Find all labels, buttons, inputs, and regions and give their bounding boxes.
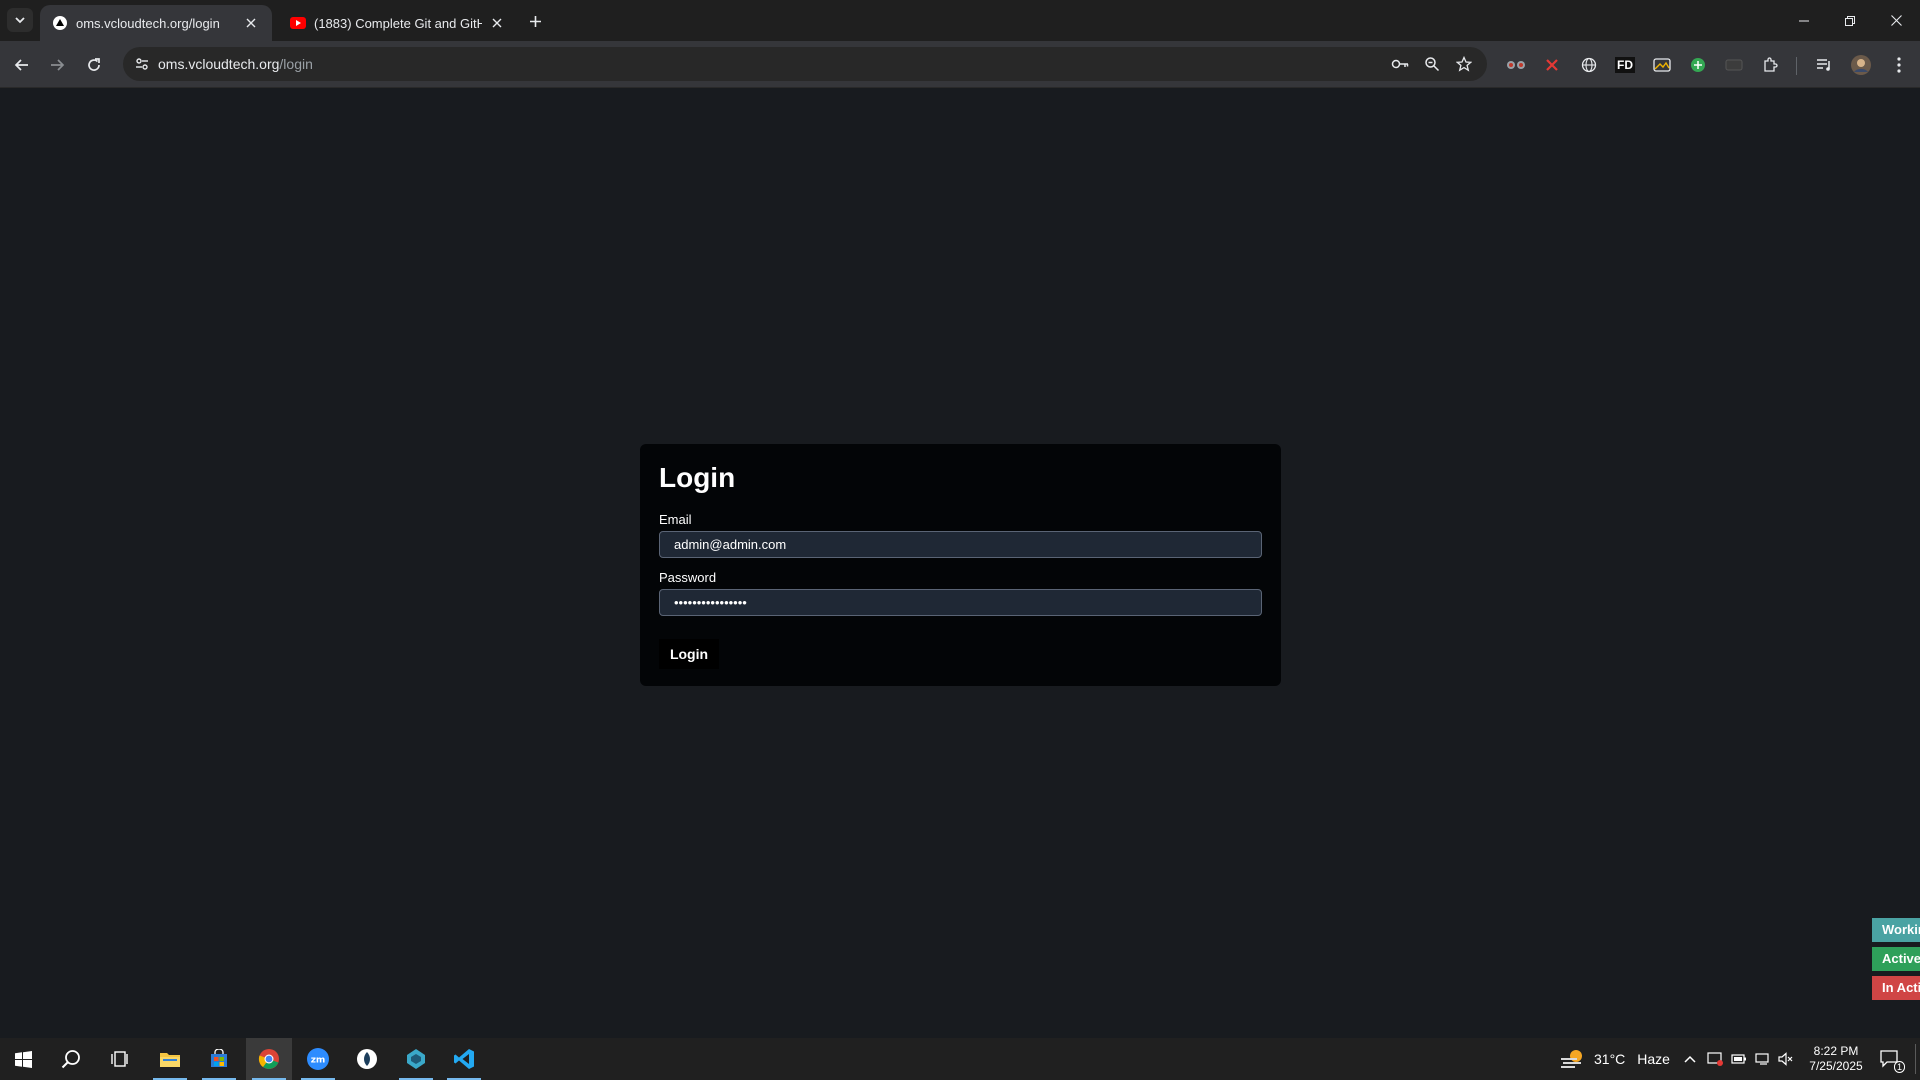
red-x-extension-icon[interactable] xyxy=(1539,52,1565,78)
zoom-app-button[interactable]: zm xyxy=(295,1038,341,1080)
tab-title: oms.vcloudtech.org/login xyxy=(76,15,220,31)
reload-icon xyxy=(88,58,100,71)
address-bar[interactable]: oms.vcloudtech.org/login xyxy=(123,47,1487,81)
password-label: Password xyxy=(659,570,717,585)
vscode-button[interactable] xyxy=(441,1038,487,1080)
tab-oms-login[interactable]: oms.vcloudtech.org/login xyxy=(40,5,272,41)
chevron-up-icon xyxy=(1684,1055,1696,1063)
arrow-right-icon xyxy=(51,59,65,71)
tab-youtube-git[interactable]: (1883) Complete Git and GitHub xyxy=(278,5,518,41)
microsoft-store-button[interactable] xyxy=(196,1038,242,1080)
file-explorer-icon xyxy=(160,1053,180,1067)
restore-icon xyxy=(1845,15,1855,26)
login-title: Login xyxy=(659,462,736,493)
new-tab-button[interactable] xyxy=(524,10,546,32)
browser-toolbar: oms.vcloudtech.org/login FD xyxy=(0,41,1920,88)
chrome-button[interactable] xyxy=(246,1038,292,1080)
fd-label: FD xyxy=(1615,57,1635,73)
weather-temp: 31°C xyxy=(1594,1051,1626,1067)
site-info-icon[interactable] xyxy=(131,53,153,75)
notification-center-button[interactable]: 1 xyxy=(1880,1038,1906,1080)
image-extension-icon[interactable] xyxy=(1649,52,1675,78)
minimize-icon xyxy=(1799,20,1809,21)
tab-title: (1883) Complete Git and GitHub xyxy=(314,15,482,31)
plus-icon xyxy=(529,15,541,27)
forward-button[interactable] xyxy=(43,51,71,79)
profile-avatar[interactable] xyxy=(1848,52,1874,78)
sourcetree-button[interactable] xyxy=(344,1038,390,1080)
taskbar-search-button[interactable] xyxy=(48,1038,94,1080)
restore-button[interactable] xyxy=(1827,0,1873,41)
close-tab-icon[interactable] xyxy=(488,14,506,32)
windows-start-icon xyxy=(14,1050,32,1068)
clock-date: 7/25/2025 xyxy=(1809,1059,1863,1073)
task-view-icon xyxy=(111,1051,128,1067)
windows-taskbar: zm 31°C Haze 8:22 PM 7/25/2025 1 xyxy=(0,1038,1920,1080)
status-tag-active[interactable]: Active xyxy=(1872,947,1920,971)
globe-extension-icon[interactable] xyxy=(1576,52,1602,78)
svg-text:zm: zm xyxy=(311,1056,326,1066)
glasses-extension-icon[interactable] xyxy=(1503,52,1529,78)
volume-muted-icon[interactable] xyxy=(1778,1038,1794,1080)
tray-overflow-button[interactable] xyxy=(1684,1038,1696,1080)
email-field[interactable] xyxy=(659,531,1262,558)
password-field[interactable] xyxy=(659,589,1262,616)
login-card: Login Email Password Login xyxy=(640,444,1281,686)
tab-search-button[interactable] xyxy=(7,8,33,32)
app-icon xyxy=(407,1049,425,1069)
microsoft-store-icon xyxy=(211,1049,227,1067)
status-tag-inactive[interactable]: In Active xyxy=(1872,976,1920,1000)
page-viewport: Login Email Password Login Working Activ… xyxy=(0,88,1920,1038)
email-label: Email xyxy=(659,512,692,527)
chevron-down-icon xyxy=(15,17,25,24)
weather-desc: Haze xyxy=(1637,1051,1670,1067)
login-button[interactable]: Login xyxy=(659,639,719,669)
vscode-icon xyxy=(454,1049,474,1069)
bookmark-star-icon[interactable] xyxy=(1453,53,1475,75)
password-key-icon[interactable] xyxy=(1389,53,1411,75)
task-view-button[interactable] xyxy=(96,1038,142,1080)
close-tab-icon[interactable] xyxy=(242,14,260,32)
notification-count: 1 xyxy=(1894,1061,1906,1073)
kebab-menu-icon xyxy=(1897,57,1901,73)
network-icon[interactable] xyxy=(1755,1038,1771,1080)
green-dot-extension-icon[interactable] xyxy=(1685,52,1711,78)
close-icon xyxy=(1890,15,1902,26)
minimize-button[interactable] xyxy=(1781,0,1827,41)
youtube-icon xyxy=(290,15,306,31)
toolbar-separator xyxy=(1796,57,1797,75)
battery-icon[interactable] xyxy=(1731,1038,1747,1080)
vercel-triangle-icon xyxy=(52,15,68,31)
chrome-icon xyxy=(258,1049,279,1069)
sourcetree-icon xyxy=(357,1049,377,1069)
zoom-icon[interactable] xyxy=(1421,53,1443,75)
search-icon xyxy=(61,1050,80,1069)
zoom-icon: zm xyxy=(307,1048,329,1070)
media-control-icon[interactable] xyxy=(1811,52,1837,78)
app-button[interactable] xyxy=(393,1038,439,1080)
fd-extension-icon[interactable]: FD xyxy=(1612,52,1638,78)
haze-sun-icon xyxy=(1561,1050,1582,1068)
clock-time: 8:22 PM xyxy=(1813,1044,1859,1058)
tab-strip: oms.vcloudtech.org/login (1883) Complete… xyxy=(0,0,1920,41)
back-button[interactable] xyxy=(8,51,36,79)
file-explorer-button[interactable] xyxy=(147,1038,193,1080)
weather-widget[interactable]: 31°C Haze xyxy=(1560,1038,1670,1080)
arrow-left-icon xyxy=(14,59,28,71)
url-text[interactable]: oms.vcloudtech.org/login xyxy=(158,56,313,72)
puzzle-icon[interactable] xyxy=(1757,52,1783,78)
close-window-button[interactable] xyxy=(1873,0,1919,41)
status-tag-working[interactable]: Working xyxy=(1872,918,1920,942)
taskbar-clock[interactable]: 8:22 PM 7/25/2025 xyxy=(1800,1044,1872,1074)
security-tray-icon[interactable] xyxy=(1707,1038,1723,1080)
card-extension-icon[interactable] xyxy=(1721,52,1747,78)
start-button[interactable] xyxy=(0,1038,46,1080)
show-desktop-button[interactable] xyxy=(1915,1044,1916,1074)
url-path: /login xyxy=(279,56,313,72)
url-host: oms.vcloudtech.org xyxy=(158,56,280,72)
browser-menu-button[interactable] xyxy=(1886,52,1912,78)
reload-button[interactable] xyxy=(80,51,108,79)
